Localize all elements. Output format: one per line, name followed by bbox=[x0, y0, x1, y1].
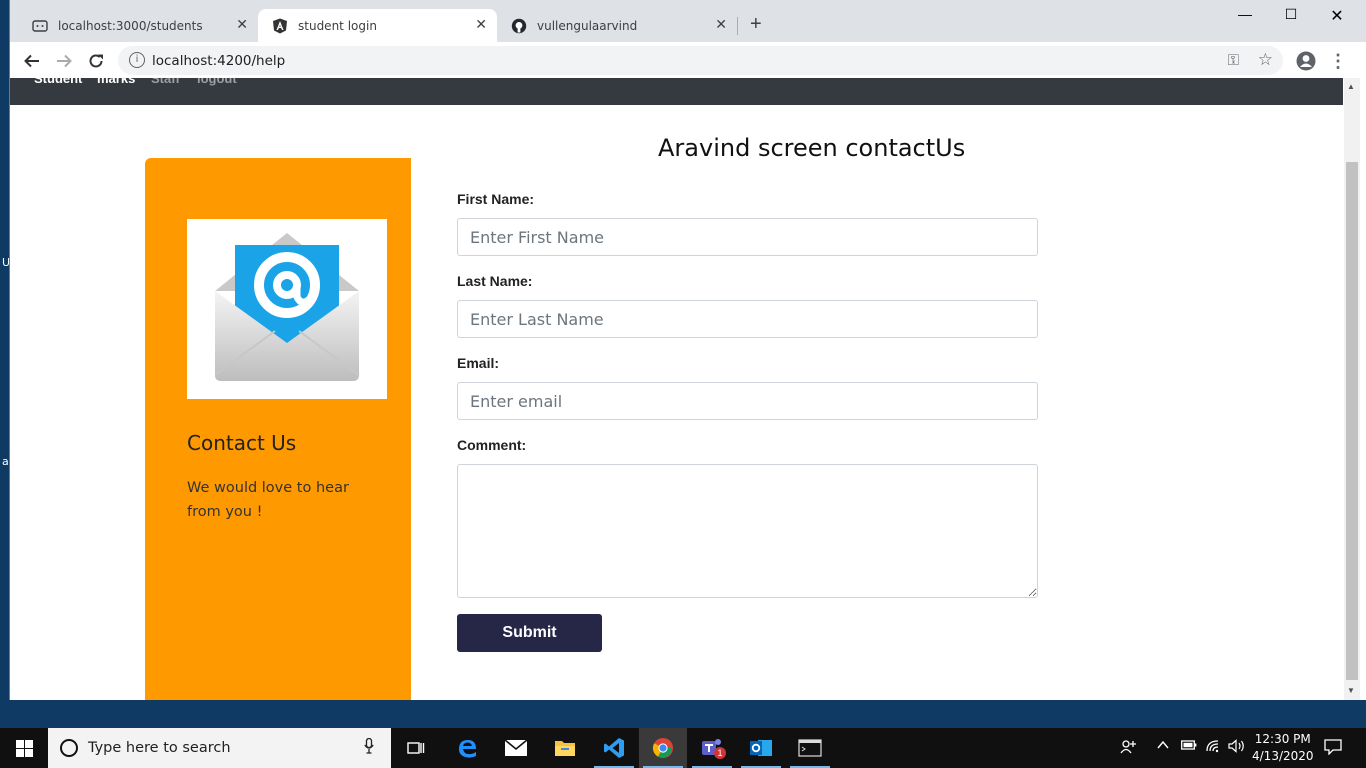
teams-badge: 1 bbox=[714, 747, 726, 759]
info-icon[interactable]: i bbox=[129, 52, 145, 68]
first-name-field[interactable] bbox=[457, 218, 1038, 256]
microphone-icon[interactable] bbox=[364, 737, 374, 758]
close-icon[interactable]: ✕ bbox=[236, 17, 248, 33]
contact-text: We would love to hear from you ! bbox=[187, 480, 349, 520]
address-bar[interactable]: i localhost:4200/help ⚿ ☆ bbox=[118, 46, 1283, 75]
close-icon[interactable]: ✕ bbox=[1314, 6, 1360, 26]
cortana-icon bbox=[60, 739, 78, 757]
scrollbar-thumb[interactable] bbox=[1346, 162, 1358, 680]
file-explorer-icon[interactable] bbox=[541, 728, 589, 768]
tab-localhost-students[interactable]: localhost:3000/students ✕ bbox=[18, 9, 258, 42]
system-clock[interactable]: 12:30 PM 4/13/2020 bbox=[1252, 731, 1314, 765]
task-view-icon[interactable] bbox=[392, 728, 440, 768]
comment-label: Comment: bbox=[457, 437, 527, 453]
tab-github[interactable]: vullengulaarvind ✕ bbox=[497, 9, 737, 42]
contact-sidebar: Contact Us We would love to hear from yo… bbox=[145, 158, 411, 700]
back-icon[interactable] bbox=[21, 50, 43, 72]
nav-link-logout[interactable]: logout bbox=[197, 78, 237, 86]
star-icon[interactable]: ☆ bbox=[1258, 50, 1273, 70]
profile-icon[interactable] bbox=[1295, 50, 1317, 72]
browser-window: localhost:3000/students ✕ student login … bbox=[9, 0, 1366, 700]
battery-icon[interactable] bbox=[1181, 739, 1197, 754]
close-icon[interactable]: ✕ bbox=[475, 17, 487, 33]
contact-heading: Contact Us bbox=[187, 431, 297, 455]
tab-strip: localhost:3000/students ✕ student login … bbox=[10, 0, 1366, 42]
notification-icon[interactable] bbox=[1324, 739, 1342, 758]
maximize-icon[interactable]: ☐ bbox=[1268, 6, 1314, 26]
chrome-icon[interactable] bbox=[639, 728, 687, 768]
menu-kebab-icon[interactable]: ⋮ bbox=[1327, 50, 1349, 72]
tab-title: localhost:3000/students bbox=[58, 18, 203, 33]
clock-time: 12:30 PM bbox=[1254, 732, 1311, 746]
comment-field[interactable] bbox=[457, 464, 1038, 598]
teams-icon[interactable]: 1 bbox=[688, 728, 736, 768]
submit-button[interactable]: Submit bbox=[457, 614, 602, 652]
clock-date: 4/13/2020 bbox=[1252, 749, 1314, 763]
email-envelope-icon bbox=[187, 219, 387, 399]
tab-title: vullengulaarvind bbox=[537, 18, 638, 33]
taskbar: Type here to search 1 12:30 PM 4/13/2020 bbox=[0, 728, 1366, 768]
tab-title: student login bbox=[298, 18, 377, 33]
search-placeholder: Type here to search bbox=[88, 740, 231, 756]
people-icon[interactable] bbox=[1120, 739, 1138, 758]
last-name-field[interactable] bbox=[457, 300, 1038, 338]
github-icon bbox=[511, 18, 527, 34]
desktop-edge-letter: a bbox=[2, 455, 9, 468]
nav-link-student[interactable]: Student bbox=[34, 78, 82, 86]
nav-link-staff[interactable]: Staff bbox=[151, 78, 180, 86]
page-title: Aravind screen contactUs bbox=[658, 134, 966, 162]
terminal-icon[interactable] bbox=[786, 728, 834, 768]
plus-icon[interactable]: + bbox=[750, 13, 762, 36]
chevron-up-icon[interactable] bbox=[1157, 739, 1169, 754]
browser-toolbar: i localhost:4200/help ⚿ ☆ ⋮ bbox=[10, 42, 1366, 78]
minimize-icon[interactable]: — bbox=[1222, 6, 1268, 26]
last-name-label: Last Name: bbox=[457, 273, 533, 289]
nav-link-marks[interactable]: marks bbox=[97, 78, 135, 86]
email-label: Email: bbox=[457, 355, 500, 371]
close-icon[interactable]: ✕ bbox=[715, 17, 727, 33]
email-field[interactable] bbox=[457, 382, 1038, 420]
volume-icon[interactable] bbox=[1228, 739, 1246, 756]
local-app-icon bbox=[32, 18, 48, 34]
taskbar-search[interactable]: Type here to search bbox=[48, 728, 391, 768]
key-icon[interactable]: ⚿ bbox=[1228, 52, 1239, 69]
angular-icon bbox=[272, 18, 288, 34]
first-name-label: First Name: bbox=[457, 191, 535, 207]
scroll-down-icon[interactable]: ▼ bbox=[1347, 686, 1355, 695]
scroll-up-icon[interactable]: ▲ bbox=[1347, 82, 1355, 91]
tab-separator bbox=[737, 17, 738, 35]
address-url: localhost:4200/help bbox=[152, 53, 286, 69]
mail-icon[interactable] bbox=[492, 728, 540, 768]
site-navbar: Student marks Staff logout bbox=[10, 78, 1343, 105]
outlook-icon[interactable] bbox=[737, 728, 785, 768]
wifi-icon[interactable] bbox=[1205, 739, 1221, 756]
reload-icon[interactable] bbox=[85, 50, 107, 72]
forward-icon[interactable] bbox=[53, 50, 75, 72]
vscode-icon[interactable] bbox=[590, 728, 638, 768]
windows-start-icon[interactable] bbox=[0, 728, 48, 768]
edge-icon[interactable] bbox=[443, 728, 491, 768]
tab-student-login[interactable]: student login ✕ bbox=[258, 9, 497, 42]
